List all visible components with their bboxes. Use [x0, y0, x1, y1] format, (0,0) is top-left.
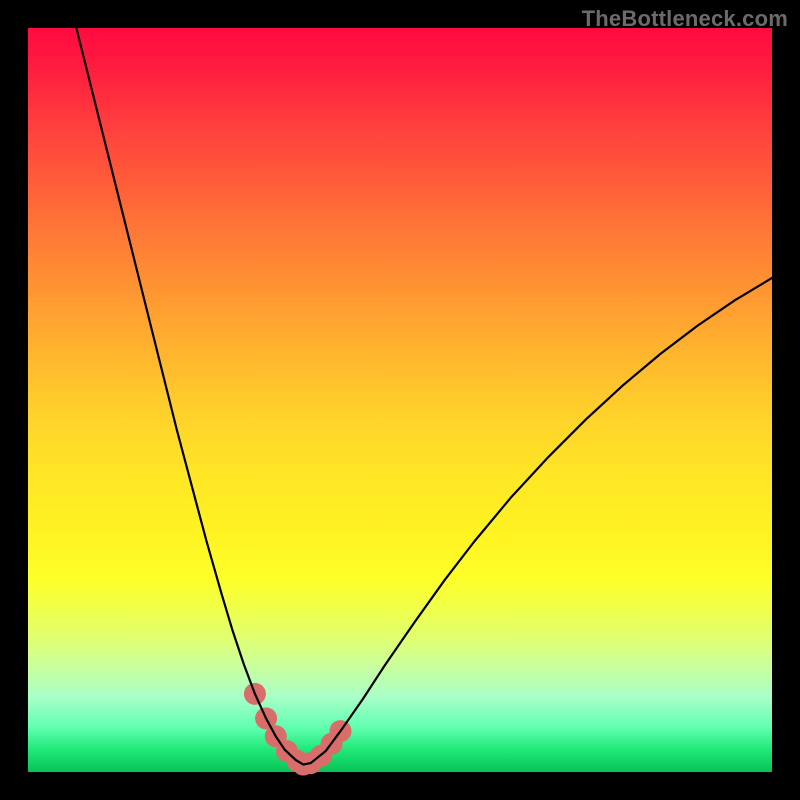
outer-frame: TheBottleneck.com: [0, 0, 800, 800]
bottleneck-curve: [76, 28, 772, 765]
chart-overlay: [28, 28, 772, 772]
